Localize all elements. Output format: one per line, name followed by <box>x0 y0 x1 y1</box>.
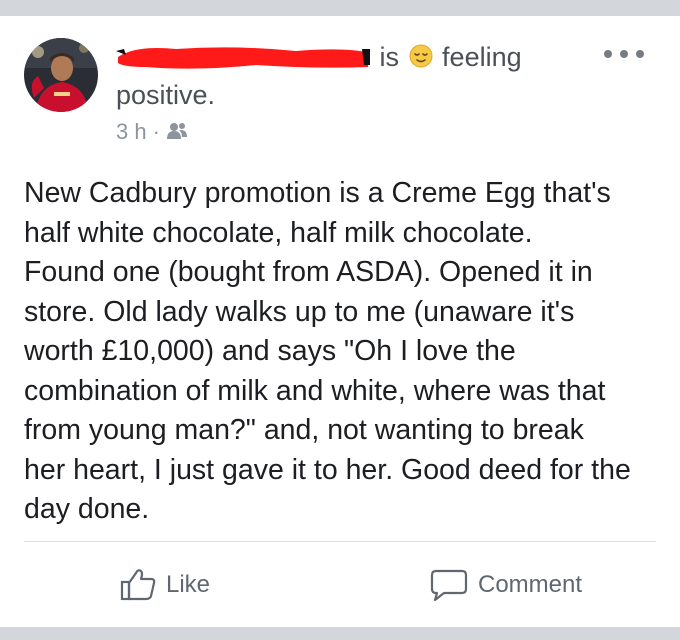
redacted-name <box>116 47 370 69</box>
thumbs-up-icon <box>120 569 156 601</box>
post-body: New Cadbury promotion is a Creme Egg tha… <box>24 177 631 525</box>
header-verb: is <box>379 42 400 72</box>
comment-button[interactable]: Comment <box>430 564 582 606</box>
post-timestamp[interactable]: 3 h <box>116 119 147 144</box>
more-dot-icon <box>604 50 612 58</box>
like-button[interactable]: Like <box>120 564 210 606</box>
divider <box>24 541 656 542</box>
feeling-label: feeling <box>442 42 522 72</box>
comment-bubble-icon <box>430 569 468 602</box>
post-card: is feeling positive. 3 h · New Cadbury pr… <box>0 16 680 627</box>
post-meta: 3 h · <box>116 118 188 146</box>
relieved-face-icon <box>409 44 433 68</box>
more-dot-icon <box>636 50 644 58</box>
post-header: is feeling positive. <box>116 38 586 114</box>
like-label: Like <box>166 571 211 598</box>
avatar-image <box>24 38 98 112</box>
more-dot-icon <box>620 50 628 58</box>
feeling-value: positive. <box>116 80 216 110</box>
meta-separator: · <box>152 119 160 144</box>
friends-icon[interactable] <box>166 121 188 141</box>
avatar[interactable] <box>24 38 98 112</box>
more-options-button[interactable] <box>604 44 644 64</box>
comment-label: Comment <box>478 571 583 598</box>
